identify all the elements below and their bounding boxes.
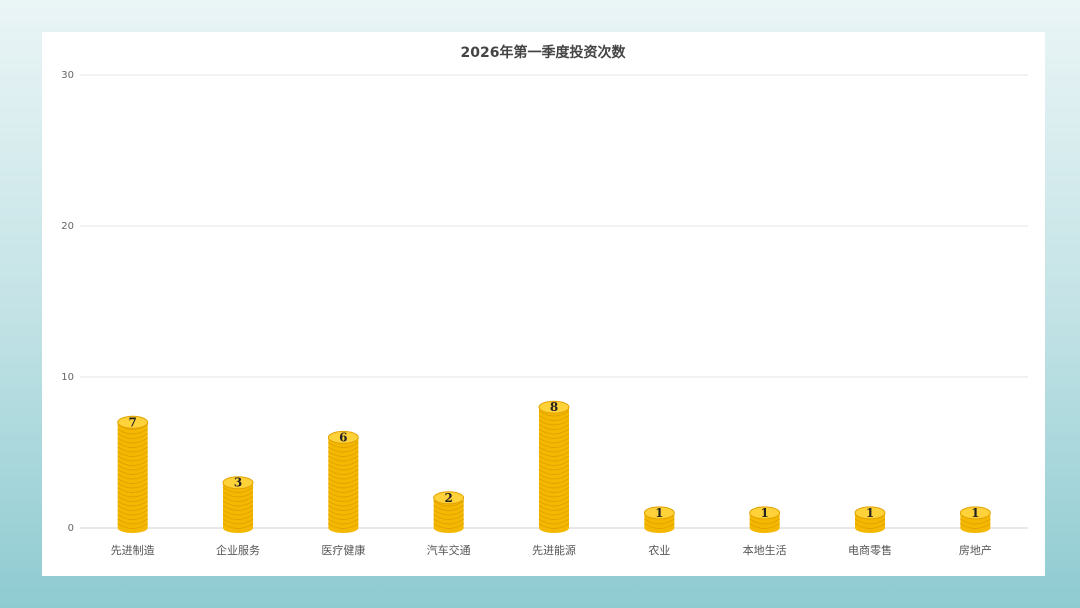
bar-2: 3 [222, 476, 254, 533]
data-label: 7 [128, 415, 136, 429]
bar-base [749, 523, 780, 533]
bar-body [328, 437, 359, 528]
bar-5: 8 [538, 400, 570, 533]
y-axis: 0 10 20 30 [61, 70, 74, 534]
category-label: 先进能源 [532, 543, 576, 557]
data-label: 1 [866, 506, 874, 520]
y-tick-label: 10 [61, 372, 74, 383]
data-label: 1 [760, 506, 768, 520]
bar-base [433, 523, 464, 533]
category-label: 本地生活 [743, 543, 787, 557]
y-tick-label: 30 [61, 70, 74, 81]
bar-7: 1 [749, 506, 781, 533]
chart-title: 2026年第一季度投资次数 [461, 44, 627, 61]
bar-base [855, 523, 885, 533]
bar-3: 6 [327, 430, 359, 533]
bar-base [644, 523, 675, 533]
data-label: 6 [339, 430, 347, 444]
chart-card: 2026年第一季度投资次数 0 10 20 30 7 3 6 2 8 1 1 1 1 先进制造 企业服务… [42, 32, 1045, 576]
bar-chart: 2026年第一季度投资次数 0 10 20 30 7 3 6 2 8 1 1 1 1 先进制造 企业服务… [61, 44, 1028, 557]
bar-base [960, 523, 991, 533]
bar-1: 7 [117, 415, 149, 533]
bar-base [223, 523, 253, 533]
bar-4: 2 [433, 491, 465, 533]
x-axis: 先进制造 企业服务 医疗健康 汽车交通 先进能源 农业 本地生活 电商零售 房地产 [111, 543, 992, 557]
bar-9: 1 [959, 506, 991, 533]
category-label: 房地产 [959, 543, 992, 557]
category-label: 企业服务 [216, 543, 260, 557]
bar-8: 1 [854, 506, 886, 533]
data-label: 8 [550, 400, 558, 414]
bars: 7 3 6 2 8 1 1 1 1 [117, 400, 991, 533]
data-label: 3 [234, 476, 242, 490]
category-label: 先进制造 [111, 543, 155, 557]
category-label: 电商零售 [848, 543, 892, 557]
category-label: 医疗健康 [321, 543, 365, 557]
category-label: 农业 [648, 543, 670, 557]
category-label: 汽车交通 [427, 543, 471, 557]
data-label: 1 [971, 506, 979, 520]
y-tick-label: 20 [61, 221, 74, 232]
data-label: 2 [444, 491, 452, 505]
y-tick-label: 0 [68, 523, 74, 534]
data-label: 1 [655, 506, 663, 520]
bar-6: 1 [643, 506, 675, 533]
bar-base [539, 523, 569, 533]
bar-base [328, 523, 359, 533]
bar-base [117, 523, 148, 533]
